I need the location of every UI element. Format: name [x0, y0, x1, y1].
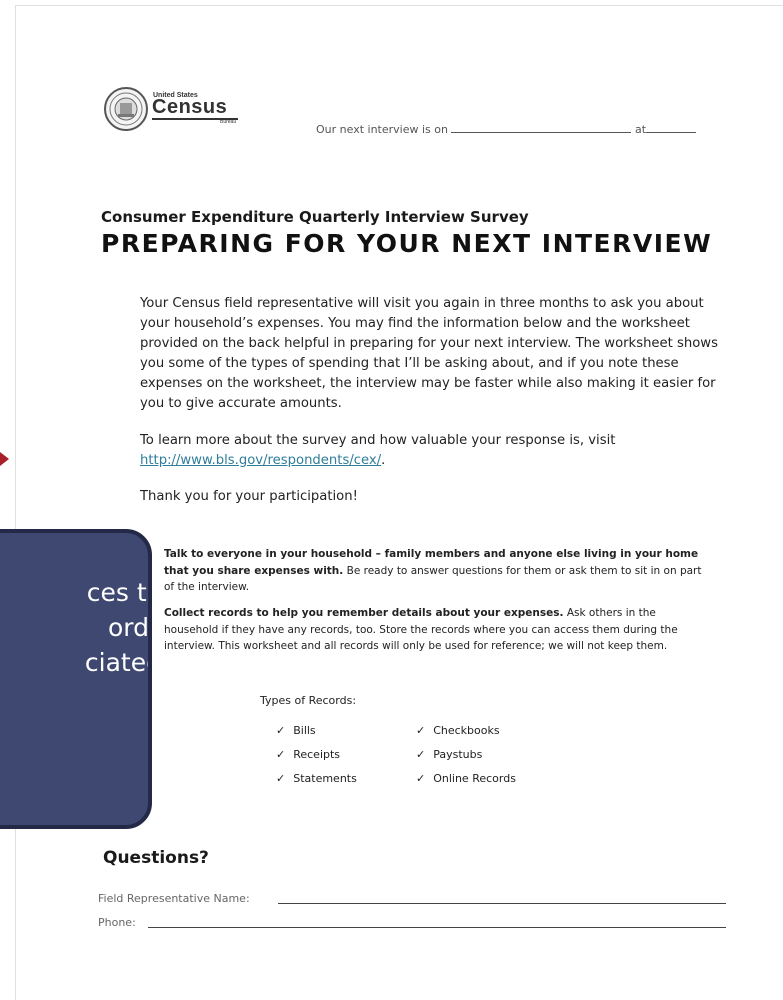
questions-heading: Questions?: [103, 848, 209, 868]
record-item: ✓ Checkbooks: [416, 724, 500, 737]
learn-more-paragraph: To learn more about the survey and how v…: [140, 431, 720, 471]
interview-prefix: Our next interview is on: [316, 123, 448, 136]
next-interview-line: Our next interview is on at: [316, 122, 697, 136]
phone-label: Phone:: [98, 916, 136, 929]
callout-text: ces to ords ciated: [0, 575, 149, 680]
record-item: ✓ Online Records: [416, 772, 516, 785]
checkmark-icon: ✓: [276, 724, 286, 737]
checkmark-icon: ✓: [416, 724, 426, 737]
document-title: PREPARING FOR YOUR NEXT INTERVIEW: [101, 229, 713, 258]
interview-date-blank[interactable]: [451, 122, 632, 133]
checkmark-icon: ✓: [276, 772, 286, 785]
bls-link[interactable]: http://www.bls.gov/respondents/cex/: [140, 453, 381, 468]
record-item: ✓ Bills: [276, 724, 316, 737]
callout-line: ciated: [84, 648, 148, 677]
record-item: ✓ Paystubs: [416, 748, 483, 761]
learn-more-period: .: [381, 453, 386, 468]
phone-blank[interactable]: [148, 927, 726, 928]
checkmark-icon: ✓: [416, 772, 426, 785]
callout-line: ords: [107, 613, 149, 642]
collect-records-item: Collect records to help you remember det…: [164, 605, 704, 655]
checkmark-icon: ✓: [276, 748, 286, 761]
logo-census-word: Census: [152, 96, 228, 118]
types-of-records-title: Types of Records:: [260, 694, 357, 707]
callout-box: ces to ords ciated: [0, 529, 152, 829]
field-rep-blank[interactable]: [278, 903, 726, 904]
record-item: ✓ Statements: [276, 772, 357, 785]
record-item: ✓ Receipts: [276, 748, 341, 761]
document-page: United States Census Bureau Our next int…: [15, 5, 783, 1000]
interview-time-blank[interactable]: [646, 122, 697, 133]
pointer-arrow-icon: [0, 452, 9, 466]
logo-bureau-text: Bureau: [220, 119, 237, 125]
checkmark-icon: ✓: [416, 748, 426, 761]
thank-you-text: Thank you for your participation!: [140, 489, 358, 504]
document-subtitle: Consumer Expenditure Quarterly Interview…: [101, 208, 529, 226]
learn-more-text: To learn more about the survey and how v…: [140, 433, 616, 448]
intro-paragraph: Your Census field representative will vi…: [140, 296, 718, 411]
interview-at: at: [634, 123, 647, 136]
callout-line: ces to: [86, 578, 148, 607]
field-rep-label: Field Representative Name:: [98, 892, 250, 905]
talk-to-household-item: Talk to everyone in your household – fam…: [164, 546, 704, 596]
census-logo: United States Census Bureau: [103, 86, 243, 136]
census-seal-icon: [104, 87, 148, 131]
collect-bold-text: Collect records to help you remember det…: [164, 607, 564, 619]
